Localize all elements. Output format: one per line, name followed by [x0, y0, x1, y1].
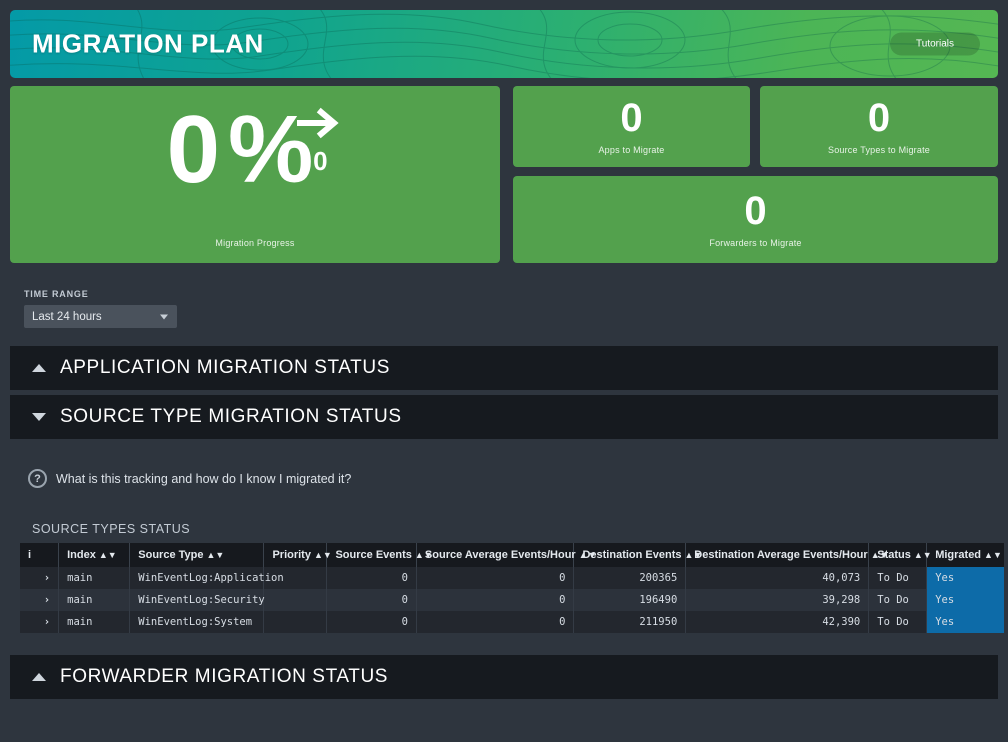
kpi-source-types-to-migrate[interactable]: 0 Source Types to Migrate	[760, 86, 998, 167]
table-row[interactable]: › main WinEventLog:Security 0 0 196490 39,298 T…	[20, 589, 1004, 611]
caret-up-icon	[32, 673, 46, 681]
col-source-type[interactable]: Source Type ▲▼	[129, 543, 265, 567]
cell-source-type: WinEventLog:System	[129, 611, 265, 633]
time-range-select[interactable]: Last 24 hours	[24, 305, 177, 328]
progress-delta: 0	[313, 145, 328, 176]
help-text: What is this tracking and how do I know …	[56, 471, 352, 486]
col-destination-avg-events-hour[interactable]: Destination Average Events/Hour▲▼	[685, 543, 889, 567]
cell-status: To Do	[868, 567, 928, 589]
cell-destination-avg: 42,390	[685, 611, 870, 633]
cell-destination-avg: 40,073	[685, 567, 870, 589]
col-priority[interactable]: Priority ▲▼	[263, 543, 332, 567]
progress-trend: 0	[297, 106, 343, 174]
caret-down-icon	[32, 413, 46, 421]
cell-status: To Do	[868, 589, 928, 611]
arrow-right-icon	[297, 107, 340, 138]
source-types-label: Source Types to Migrate	[828, 145, 930, 155]
cell-source-type: WinEventLog:Security	[129, 589, 265, 611]
cell-migrated[interactable]: Yes	[926, 611, 1004, 633]
progress-value: 0	[166, 95, 220, 203]
question-circle-icon[interactable]: ?	[28, 469, 47, 488]
section-application-migration-status[interactable]: APPLICATION MIGRATION STATUS	[10, 346, 998, 390]
col-migrated[interactable]: Migrated ▲▼	[926, 543, 1004, 567]
help-row[interactable]: ? What is this tracking and how do I kno…	[10, 455, 998, 500]
row-expand-chevron[interactable]: ›	[20, 589, 60, 611]
page-banner: MIGRATION PLAN Tutorials	[10, 10, 998, 78]
col-info-icon[interactable]: i	[20, 543, 60, 567]
time-range-value: Last 24 hours	[32, 310, 102, 323]
cell-destination-events: 196490	[573, 589, 687, 611]
source-types-status-table: i Index ▲▼ Source Type ▲▼ Priority ▲▼ Sourc…	[20, 543, 1004, 633]
section-title-source-type: SOURCE TYPE MIGRATION STATUS	[60, 406, 402, 427]
cell-destination-events: 211950	[573, 611, 687, 633]
kpi-apps-to-migrate[interactable]: 0 Apps to Migrate	[513, 86, 750, 167]
table-body: › main WinEventLog:Application 0 0 200365 40,0…	[20, 567, 1004, 633]
source-types-value: 0	[867, 96, 891, 140]
section-forwarder-migration-status[interactable]: FORWARDER MIGRATION STATUS	[10, 655, 998, 699]
cell-migrated[interactable]: Yes	[926, 589, 1004, 611]
time-range-label: TIME RANGE	[24, 289, 89, 299]
apps-label: Apps to Migrate	[598, 145, 665, 155]
cell-destination-events: 200365	[573, 567, 687, 589]
caret-up-icon	[32, 364, 46, 372]
row-expand-chevron[interactable]: ›	[20, 567, 60, 589]
dashboard-page: MIGRATION PLAN Tutorials 0 % 0 Migration…	[0, 10, 1008, 742]
cell-source-avg: 0	[416, 589, 575, 611]
cell-index: main	[58, 589, 131, 611]
cell-migrated[interactable]: Yes	[926, 567, 1004, 589]
cell-source-avg: 0	[416, 567, 575, 589]
cell-index: main	[58, 567, 131, 589]
cell-destination-avg: 39,298	[685, 589, 870, 611]
table-row[interactable]: › main WinEventLog:Application 0 0 200365 40,0…	[20, 567, 1004, 589]
kpi-grid: 0 % 0 Migration Progress 0 Apps to Migra…	[10, 86, 998, 263]
apps-value: 0	[620, 96, 643, 140]
table-title: SOURCE TYPES STATUS	[32, 522, 191, 536]
cell-source-events: 0	[326, 567, 417, 589]
cell-source-events: 0	[326, 611, 417, 633]
time-range-control: TIME RANGE Last 24 hours	[24, 289, 1008, 328]
cell-source-type: WinEventLog:Application	[129, 567, 284, 589]
col-destination-events[interactable]: Destination Events▲▼	[573, 543, 702, 567]
table-row[interactable]: › main WinEventLog:System 0 0 211950 42,390 To …	[20, 611, 1004, 633]
table-header-row: i Index ▲▼ Source Type ▲▼ Priority ▲▼ Sourc…	[20, 543, 1004, 567]
section-source-type-migration-status[interactable]: SOURCE TYPE MIGRATION STATUS	[10, 395, 998, 439]
forwarders-value: 0	[744, 189, 767, 233]
tutorials-button[interactable]: Tutorials	[890, 32, 980, 56]
cell-priority	[263, 611, 328, 633]
col-source-avg-events-hour[interactable]: Source Average Events/Hour▲▼	[416, 543, 597, 567]
source-type-panel: ? What is this tracking and how do I kno…	[10, 439, 1004, 633]
forwarders-label: Forwarders to Migrate	[709, 238, 802, 248]
section-title-forwarder: FORWARDER MIGRATION STATUS	[60, 666, 389, 687]
progress-value-row: 0 % 0	[166, 95, 344, 220]
section-title-application: APPLICATION MIGRATION STATUS	[60, 357, 390, 378]
cell-status: To Do	[868, 611, 928, 633]
kpi-migration-progress[interactable]: 0 % 0 Migration Progress	[10, 86, 500, 263]
cell-priority	[263, 589, 328, 611]
col-source-events[interactable]: Source Events ▲▼	[326, 543, 433, 567]
kpi-forwarders-to-migrate[interactable]: 0 Forwarders to Migrate	[513, 176, 998, 263]
chevron-down-icon	[160, 314, 168, 319]
cell-index: main	[58, 611, 131, 633]
progress-label: Migration Progress	[215, 237, 295, 248]
page-title: MIGRATION PLAN	[32, 28, 264, 59]
col-status[interactable]: Status ▲▼	[868, 543, 932, 567]
cell-source-avg: 0	[416, 611, 575, 633]
row-expand-chevron[interactable]: ›	[20, 611, 60, 633]
col-index[interactable]: Index ▲▼	[58, 543, 131, 567]
cell-source-events: 0	[326, 589, 417, 611]
